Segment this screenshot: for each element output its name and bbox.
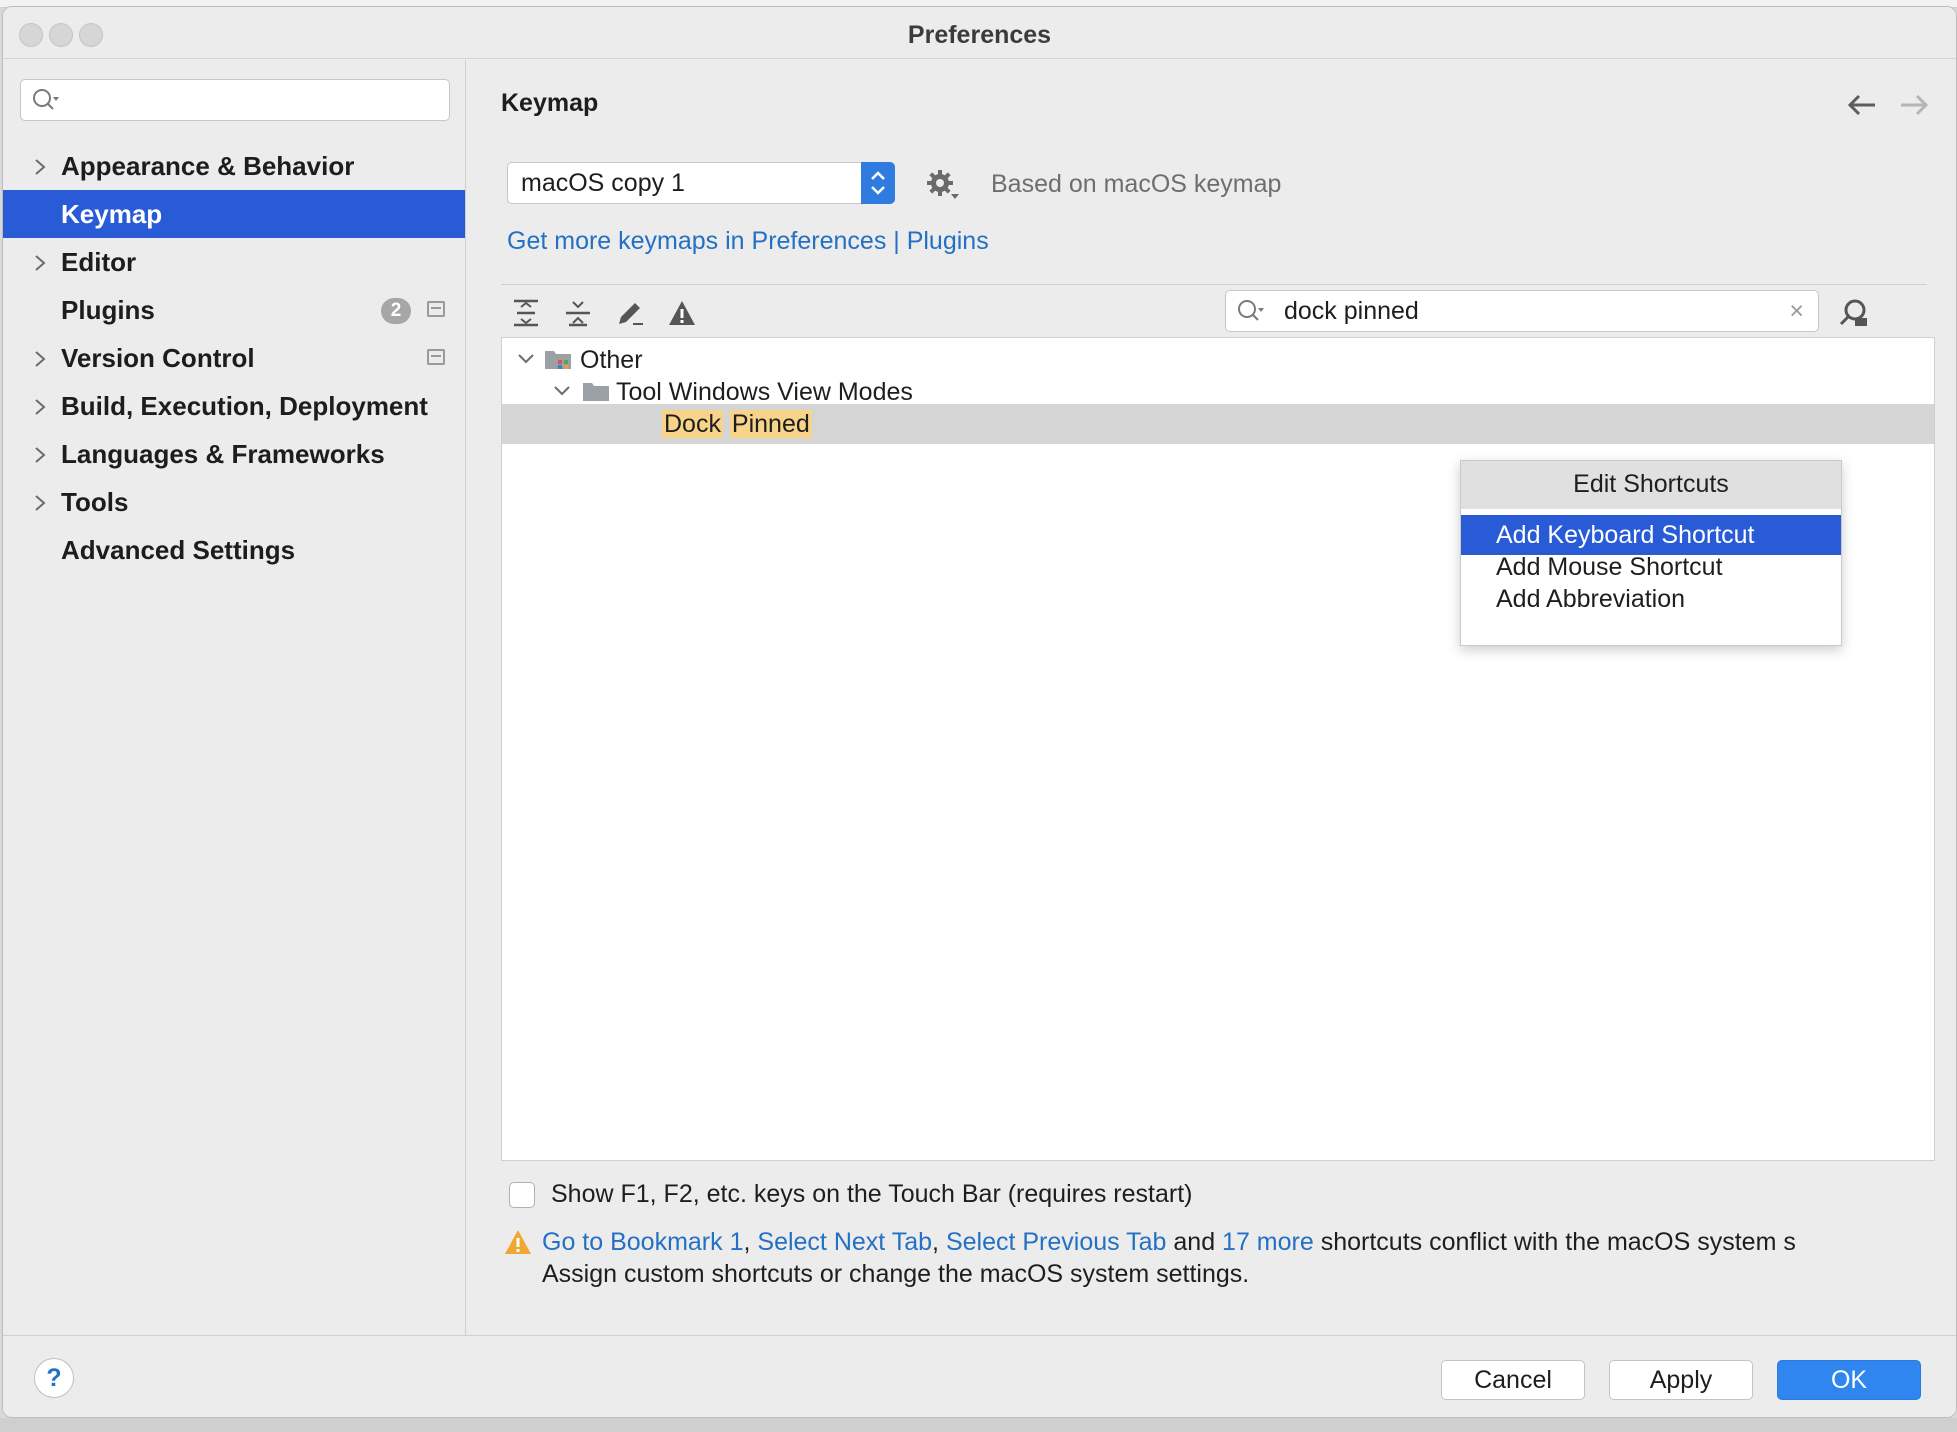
- dialog-footer: ? Cancel Apply OK: [3, 1335, 1956, 1417]
- sidebar-item-label: Keymap: [61, 198, 163, 229]
- settings-sidebar: Appearance & Behavior Keymap Editor Plug…: [3, 60, 466, 1335]
- conflicts-warning-icon[interactable]: [667, 298, 697, 328]
- tree-row-label: Tool Windows View Modes: [616, 378, 913, 406]
- find-by-shortcut-icon[interactable]: [1837, 296, 1871, 330]
- title-bar: Preferences: [3, 7, 1956, 59]
- folder-icon: [583, 383, 609, 401]
- sidebar-item-label: Advanced Settings: [61, 534, 296, 565]
- ok-button[interactable]: OK: [1777, 1360, 1921, 1400]
- conflict-link-go-to-bookmark-1[interactable]: Go to Bookmark 1: [542, 1228, 743, 1256]
- sidebar-item-label: Build, Execution, Deployment: [61, 390, 428, 421]
- chevron-updown-icon: [871, 171, 885, 195]
- touchbar-fn-keys-checkbox[interactable]: [509, 1182, 535, 1208]
- chevron-right-icon[interactable]: [29, 396, 51, 418]
- sidebar-search-input[interactable]: [20, 79, 450, 121]
- conflict-link-select-previous-tab[interactable]: Select Previous Tab: [946, 1228, 1167, 1256]
- background-app-bottom: [0, 1418, 1957, 1432]
- sidebar-item-label: Plugins: [61, 294, 155, 325]
- keymap-panel: Keymap macOS copy 1 Based on macOS keyma…: [467, 60, 1956, 1335]
- touchbar-fn-keys-label[interactable]: Show F1, F2, etc. keys on the Touch Bar …: [551, 1180, 1192, 1209]
- sidebar-item-version-control[interactable]: Version Control: [3, 334, 465, 382]
- chevron-right-icon[interactable]: [29, 444, 51, 466]
- keymap-select-value: macOS copy 1: [521, 169, 685, 197]
- conflict-rest: shortcuts conflict with the macOS system…: [1313, 1228, 1796, 1256]
- conflict-and: and: [1166, 1228, 1223, 1256]
- tree-row-label: Other: [580, 346, 643, 374]
- sidebar-item-editor[interactable]: Editor: [3, 238, 465, 286]
- conflict-hint: Assign custom shortcuts or change the ma…: [542, 1260, 1250, 1288]
- sidebar-item-tools[interactable]: Tools: [3, 478, 465, 526]
- search-icon: [1238, 300, 1264, 321]
- conflict-separator: ,: [932, 1228, 946, 1256]
- sidebar-item-label: Tools: [61, 486, 129, 517]
- edit-pencil-icon[interactable]: [615, 298, 645, 328]
- page-title: Keymap: [501, 89, 599, 117]
- search-match-highlight: Pinned: [729, 410, 812, 438]
- search-value: dock pinned: [1284, 297, 1419, 325]
- project-level-icon: [427, 301, 445, 317]
- chevron-right-icon[interactable]: [29, 156, 51, 178]
- sidebar-item-plugins[interactable]: Plugins 2: [3, 286, 465, 334]
- arrow-left-icon[interactable]: [1847, 92, 1877, 118]
- keymap-search-input[interactable]: dock pinned ×: [1225, 290, 1819, 332]
- arrow-right-icon[interactable]: [1899, 92, 1929, 118]
- gear-icon[interactable]: [925, 168, 961, 202]
- edit-shortcuts-context-menu: Edit Shortcuts Add Keyboard Shortcut Add…: [1460, 460, 1842, 646]
- menu-item-add-abbreviation[interactable]: Add Abbreviation: [1461, 579, 1841, 619]
- preferences-window: Preferences Appearance & Behavior Keymap…: [2, 6, 1957, 1418]
- cancel-button[interactable]: Cancel: [1441, 1360, 1585, 1400]
- window-title: Preferences: [907, 21, 1052, 49]
- sidebar-item-build-execution-deployment[interactable]: Build, Execution, Deployment: [3, 382, 465, 430]
- collapse-all-icon[interactable]: [563, 298, 593, 328]
- conflict-link-more[interactable]: 17 more: [1222, 1228, 1314, 1256]
- sidebar-item-keymap[interactable]: Keymap: [3, 190, 465, 238]
- based-on-label: Based on macOS keymap: [991, 170, 1282, 198]
- keymap-select[interactable]: macOS copy 1: [507, 162, 895, 204]
- plugins-update-badge: 2: [381, 298, 411, 324]
- divider: [501, 284, 1927, 285]
- apply-button[interactable]: Apply: [1609, 1360, 1753, 1400]
- chevron-right-icon[interactable]: [29, 252, 51, 274]
- chevron-right-icon[interactable]: [29, 492, 51, 514]
- conflict-link-select-next-tab[interactable]: Select Next Tab: [757, 1228, 932, 1256]
- sidebar-item-label: Appearance & Behavior: [61, 150, 355, 181]
- other-group-icon: [545, 351, 571, 369]
- tree-row-dock-pinned[interactable]: Dock Pinned: [502, 404, 1934, 444]
- get-more-keymaps-link[interactable]: Get more keymaps in Preferences | Plugin…: [507, 227, 989, 256]
- search-icon: [33, 89, 59, 110]
- context-menu-header: Edit Shortcuts: [1461, 461, 1841, 509]
- chevron-right-icon[interactable]: [29, 348, 51, 370]
- chevron-down-icon[interactable]: [514, 347, 538, 371]
- conflict-message: Go to Bookmark 1, Select Next Tab, Selec…: [542, 1228, 1796, 1257]
- chevron-down-icon[interactable]: [550, 379, 574, 403]
- sidebar-item-label: Languages & Frameworks: [61, 438, 385, 469]
- help-button[interactable]: ?: [34, 1358, 74, 1398]
- clear-search-icon[interactable]: ×: [1789, 291, 1804, 331]
- search-match-highlight: Dock: [662, 410, 723, 438]
- conflict-separator: ,: [743, 1228, 758, 1256]
- sidebar-item-languages-frameworks[interactable]: Languages & Frameworks: [3, 430, 465, 478]
- sidebar-item-label: Version Control: [61, 342, 255, 373]
- sidebar-item-appearance-behavior[interactable]: Appearance & Behavior: [3, 142, 465, 190]
- sidebar-item-label: Editor: [61, 246, 137, 277]
- project-level-icon: [427, 349, 445, 365]
- sidebar-nav: Appearance & Behavior Keymap Editor Plug…: [3, 142, 465, 574]
- warning-icon: [505, 1230, 531, 1254]
- sidebar-item-advanced-settings[interactable]: Advanced Settings: [3, 526, 465, 574]
- select-stepper[interactable]: [861, 162, 895, 204]
- expand-all-icon[interactable]: [511, 298, 541, 328]
